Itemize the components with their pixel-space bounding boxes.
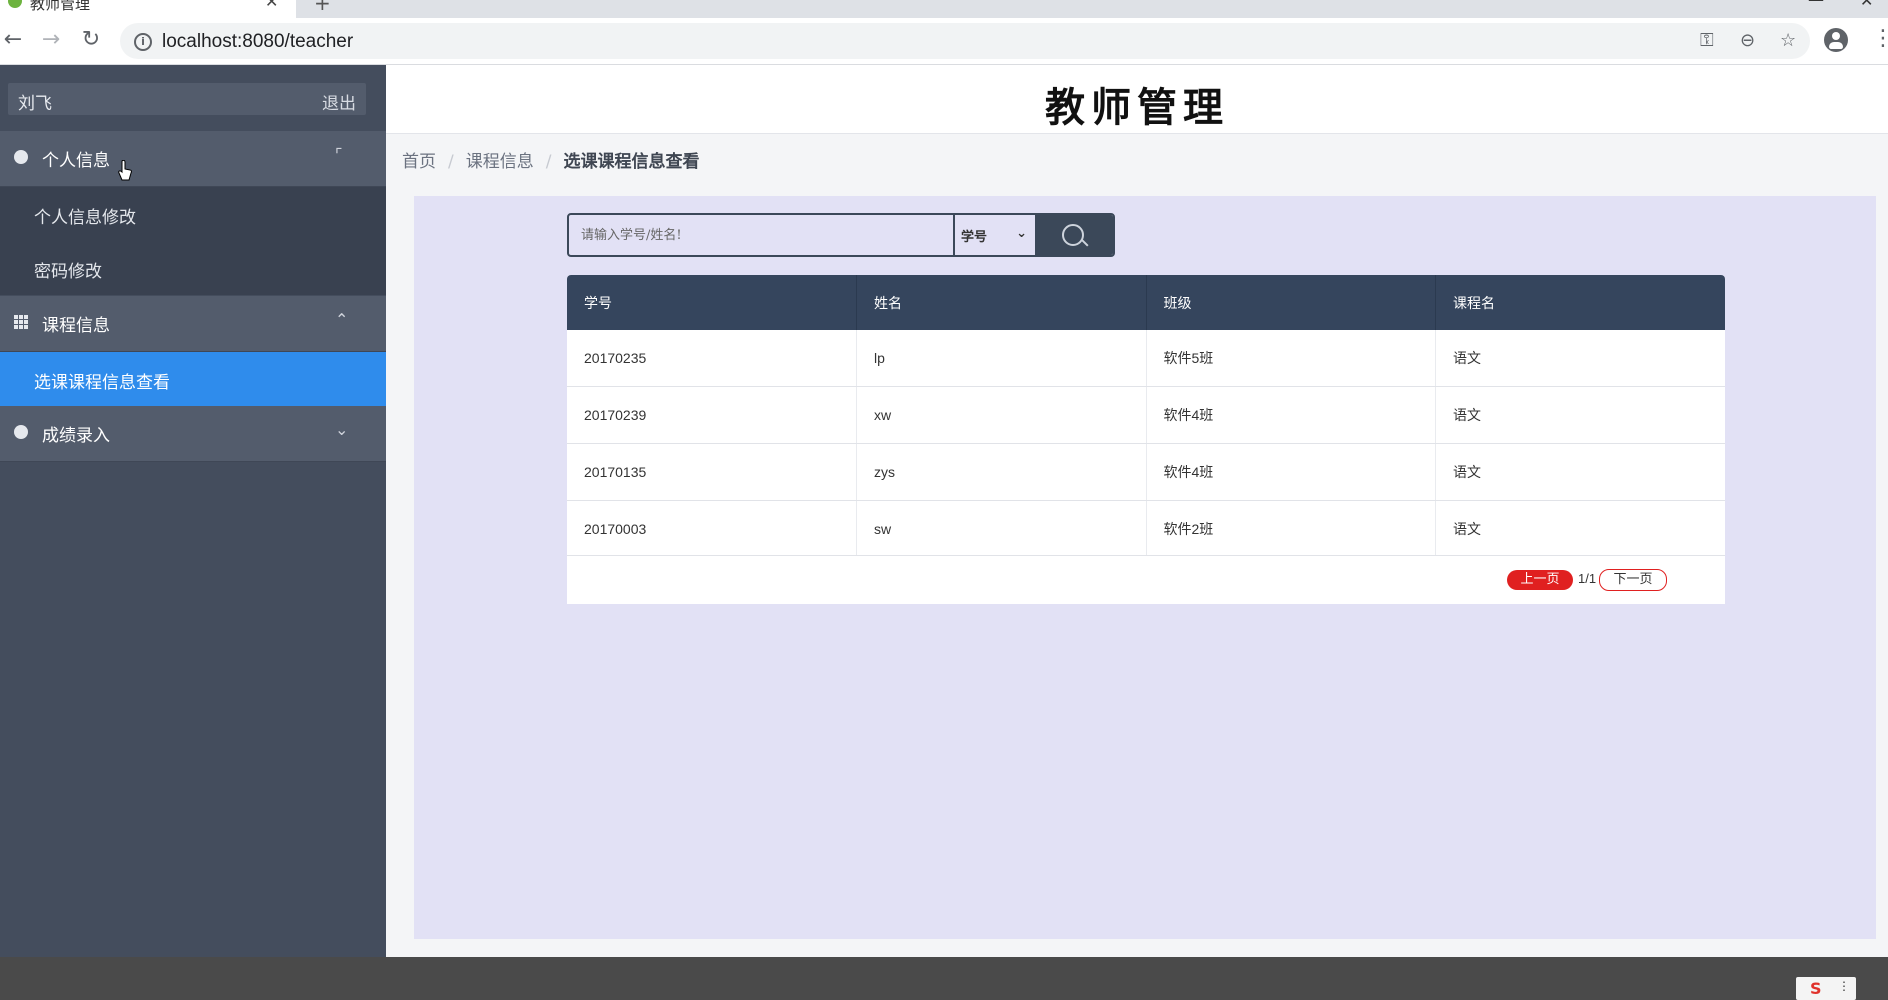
close-tab-icon[interactable]: ✕ [265, 0, 278, 11]
chevron-up-icon: ⌃ [335, 310, 349, 329]
page-indicator: 1/1 [1578, 571, 1597, 586]
hand-cursor-icon [118, 160, 132, 181]
column-header-class: 班级 [1146, 275, 1436, 330]
minimize-window-icon[interactable]: — [1808, 0, 1824, 9]
back-icon[interactable]: ← [0, 27, 26, 53]
submenu-personal-info: 个人信息修改 密码修改 [0, 187, 386, 295]
column-header-name: 姓名 [856, 275, 1147, 330]
browser-toolbar: ← → ↻ i localhost:8080/teacher ⚿ ⊖ ☆ ⋮ [0, 18, 1888, 65]
column-header-course: 课程名 [1435, 275, 1725, 330]
cell-name: lp [856, 330, 1147, 387]
breadcrumb-separator: / [448, 152, 454, 172]
user-bar: 刘飞 退出 [8, 83, 366, 115]
cell-student-id: 20170135 [567, 443, 857, 501]
spring-leaf-icon [8, 0, 22, 8]
submenu-course-info: 选课课程信息查看 [0, 352, 386, 406]
page-header: 教师管理 [386, 65, 1888, 134]
cell-name: sw [856, 500, 1147, 558]
search-bar: 学号 ⌄ [567, 213, 1115, 257]
address-bar[interactable]: i localhost:8080/teacher ⚿ ⊖ ☆ [120, 23, 1810, 59]
chevron-down-icon: ⌄ [335, 420, 349, 439]
cell-class: 软件5班 [1146, 330, 1436, 387]
user-name: 刘飞 [18, 94, 52, 114]
bookmark-star-icon[interactable]: ☆ [1780, 30, 1796, 51]
cell-course: 语文 [1435, 330, 1725, 387]
menu-label: 成绩录入 [42, 426, 110, 446]
sidebar-item-label: 个人信息修改 [34, 208, 136, 228]
browser-tab[interactable]: 教师管理 ✕ [0, 0, 296, 18]
browser-tabstrip: 教师管理 ✕ + — ✕ [0, 0, 1888, 18]
cell-student-id: 20170239 [567, 386, 857, 444]
cell-class: 软件2班 [1146, 500, 1436, 558]
sidebar-item-password-edit[interactable]: 密码修改 [0, 241, 386, 295]
menu-label: 课程信息 [42, 316, 110, 336]
search-icon [1062, 224, 1084, 246]
table-row: 20170239 xw 软件4班 语文 [567, 386, 1725, 444]
tray-menu-icon: ⋮ [1838, 979, 1850, 993]
table-row: 20170003 sw 软件2班 语文 [567, 500, 1725, 558]
corner-arrow-icon: ⌜ [335, 145, 343, 164]
column-header-student-id: 学号 [567, 275, 857, 330]
sidebar-item-label: 选课课程信息查看 [34, 373, 170, 393]
search-field-value: 学号 [961, 230, 988, 245]
search-field-select[interactable]: 学号 ⌄ [955, 215, 1035, 255]
grade-entry-icon [14, 425, 28, 439]
cell-course: 语文 [1435, 386, 1725, 444]
browser-menu-icon[interactable]: ⋮ [1872, 26, 1888, 51]
breadcrumb-separator: / [545, 152, 552, 172]
logout-link[interactable]: 退出 [322, 89, 356, 114]
account-icon[interactable] [1824, 28, 1848, 52]
site-info-icon[interactable]: i [134, 33, 152, 51]
prev-page-button[interactable]: 上一页 [1507, 570, 1573, 590]
sidebar-item-course-selection-view[interactable]: 选课课程信息查看 [0, 352, 386, 406]
new-tab-icon[interactable]: + [314, 0, 331, 15]
chevron-down-icon: ⌄ [1016, 226, 1027, 241]
page-title: 教师管理 [1045, 84, 1229, 131]
search-icon-handle [1081, 239, 1089, 247]
zoom-icon[interactable]: ⊖ [1740, 30, 1755, 51]
tab-title: 教师管理 [30, 0, 91, 13]
breadcrumb-current: 选课课程信息查看 [563, 152, 700, 172]
table-row: 20170135 zys 软件4班 语文 [567, 443, 1725, 501]
breadcrumb-course-info[interactable]: 课程信息 [466, 152, 534, 172]
breadcrumb-home[interactable]: 首页 [402, 152, 436, 172]
reload-icon[interactable]: ↻ [78, 27, 104, 53]
menu-course-info[interactable]: 课程信息 ⌃ [0, 296, 386, 352]
menu-personal-info[interactable]: 个人信息 ⌜ [0, 131, 386, 187]
cell-name: xw [856, 386, 1147, 444]
breadcrumb: 首页 / 课程信息 / 选课课程信息查看 [402, 147, 699, 172]
cell-class: 软件4班 [1146, 386, 1436, 444]
personal-info-icon [14, 150, 28, 164]
cell-name: zys [856, 443, 1147, 501]
taskbar: S ⋮ [0, 957, 1888, 1000]
close-window-icon[interactable]: ✕ [1860, 0, 1873, 10]
sogou-s-icon: S [1810, 979, 1822, 998]
table-header-row: 学号 姓名 班级 课程名 [567, 275, 1725, 330]
next-page-button[interactable]: 下一页 [1599, 569, 1667, 591]
sidebar-item-profile-edit[interactable]: 个人信息修改 [0, 187, 386, 241]
sidebar: 刘飞 退出 个人信息 ⌜ 个人信息修改 密码修改 课程信息 ⌃ 选课课程信息查看… [0, 65, 386, 957]
key-icon[interactable]: ⚿ [1700, 30, 1714, 51]
search-button[interactable] [1035, 215, 1113, 255]
table-row: 20170235 lp 软件5班 语文 [567, 330, 1725, 387]
grid-icon [14, 315, 28, 329]
sidebar-item-label: 密码修改 [34, 262, 102, 282]
cell-class: 软件4班 [1146, 443, 1436, 501]
cell-course: 语文 [1435, 500, 1725, 558]
pagination: 上一页 1/1 下一页 [567, 555, 1725, 604]
cell-course: 语文 [1435, 443, 1725, 501]
cell-student-id: 20170235 [567, 330, 857, 387]
forward-icon[interactable]: → [38, 27, 64, 53]
menu-grade-entry[interactable]: 成绩录入 ⌄ [0, 406, 386, 462]
url-text[interactable]: localhost:8080/teacher [162, 31, 353, 53]
cell-student-id: 20170003 [567, 500, 857, 558]
tray-input-method[interactable]: S ⋮ [1796, 977, 1856, 1000]
menu-label: 个人信息 [42, 151, 110, 171]
course-selection-table: 学号 姓名 班级 课程名 20170235 lp 软件5班 语文 2017023… [567, 275, 1725, 558]
search-input[interactable] [569, 215, 955, 255]
